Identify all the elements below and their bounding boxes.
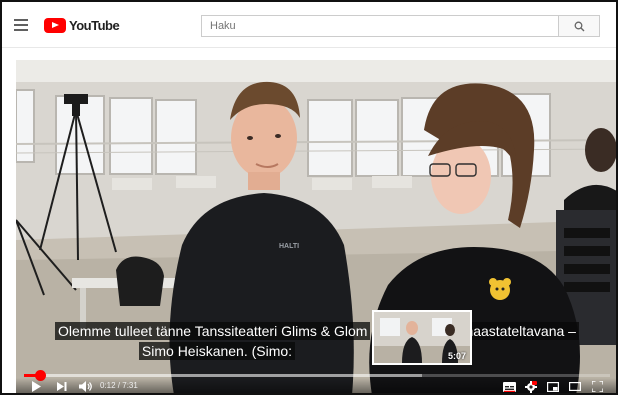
theater-mode-button[interactable] [568, 380, 582, 393]
captions-icon [502, 381, 516, 392]
fullscreen-icon [591, 381, 603, 392]
browser-frame: YouTube Haku HALTI Olemme tulleet tänne … [0, 0, 618, 395]
search-input[interactable] [201, 15, 558, 37]
play-button[interactable] [30, 380, 42, 393]
caption-line-2: Simo Heiskanen. (Simo: [138, 342, 296, 360]
subtitles-button[interactable] [502, 380, 516, 393]
youtube-logo-icon [44, 17, 66, 33]
preview-timestamp: 5:07 [447, 351, 466, 361]
settings-button[interactable] [524, 380, 538, 393]
play-icon [31, 381, 41, 392]
time-display: 0:12 / 7:31 [100, 381, 138, 390]
miniplayer-icon [547, 381, 559, 392]
player-controls: 0:12 / 7:31 [16, 378, 616, 393]
fullscreen-button[interactable] [590, 380, 604, 393]
miniplayer-button[interactable] [546, 380, 560, 393]
video-player[interactable]: HALTI Olemme tulleet tänne Tanssiteatter… [16, 60, 616, 393]
volume-icon [78, 381, 92, 392]
menu-icon[interactable] [14, 19, 28, 31]
caption-line-1: Olemme tulleet tänne Tanssiteatteri Glim… [55, 322, 371, 340]
caption-line-1-end: haastateltavana – [462, 322, 579, 340]
masthead: YouTube [2, 2, 616, 48]
youtube-logo[interactable]: YouTube [44, 16, 120, 34]
search-icon [574, 21, 584, 31]
captions-overlay: Olemme tulleet tänne Tanssiteatteri Glim… [16, 322, 616, 362]
logo-text: YouTube [69, 17, 120, 33]
shirt-logo-text: HALTI [279, 243, 299, 250]
theater-icon [569, 382, 581, 391]
settings-icon [525, 380, 537, 393]
seek-preview-thumbnail: 5:07 [372, 310, 472, 365]
progress-buffered [24, 374, 423, 377]
search-button[interactable] [558, 15, 600, 37]
mute-button[interactable] [78, 380, 92, 393]
progress-bar[interactable] [24, 370, 610, 381]
next-icon [57, 382, 67, 391]
next-button[interactable] [56, 380, 68, 393]
